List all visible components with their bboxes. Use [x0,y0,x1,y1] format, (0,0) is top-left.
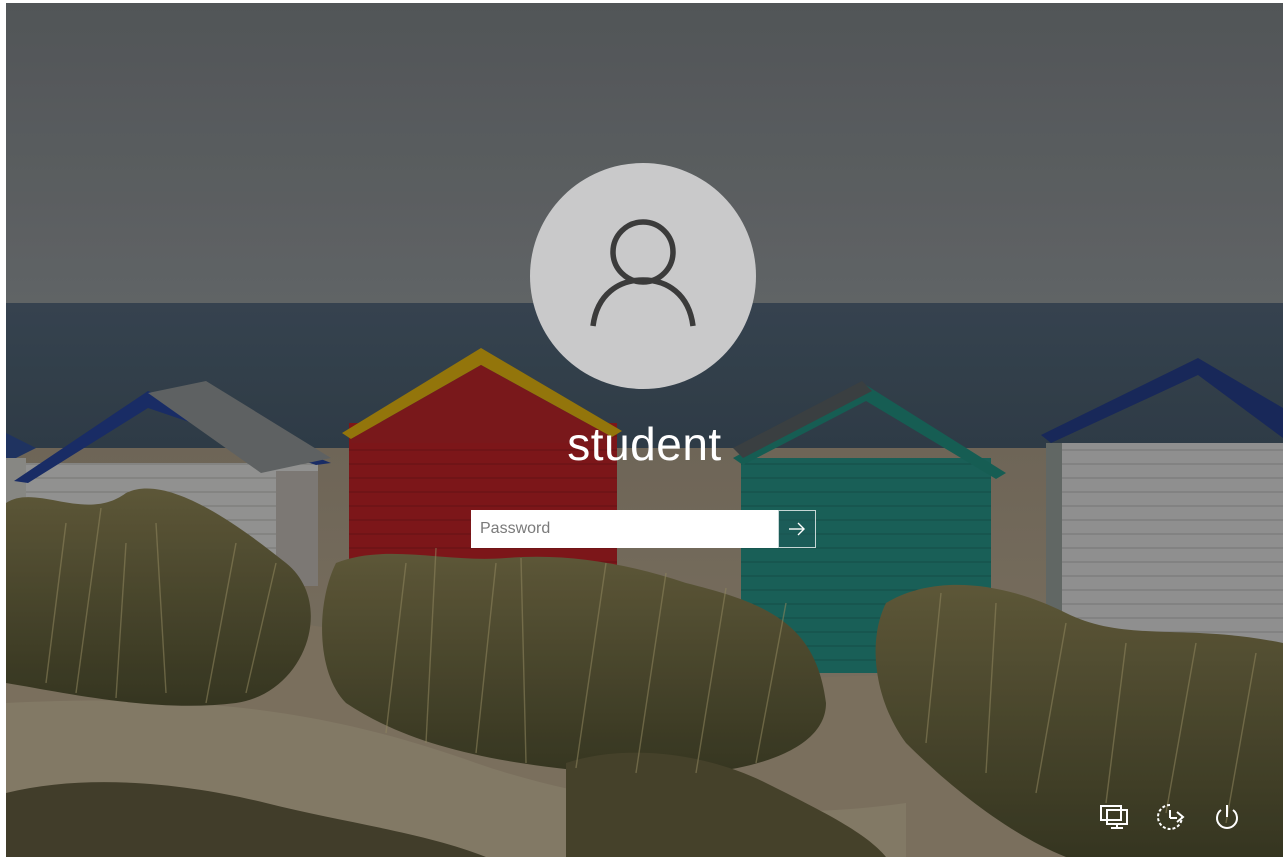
user-icon [590,219,696,327]
ease-of-access-button[interactable] [1152,799,1188,835]
arrow-right-icon [789,522,805,536]
user-avatar [530,163,756,389]
power-icon [1216,805,1238,829]
network-icon [1100,805,1128,829]
ease-of-access-icon [1157,804,1185,830]
lock-screen: student [6,3,1283,857]
network-button[interactable] [1096,799,1132,835]
password-input[interactable] [471,510,778,548]
user-name: student [567,418,722,470]
submit-button[interactable] [778,510,816,548]
password-row [471,510,816,548]
power-button[interactable] [1209,799,1245,835]
